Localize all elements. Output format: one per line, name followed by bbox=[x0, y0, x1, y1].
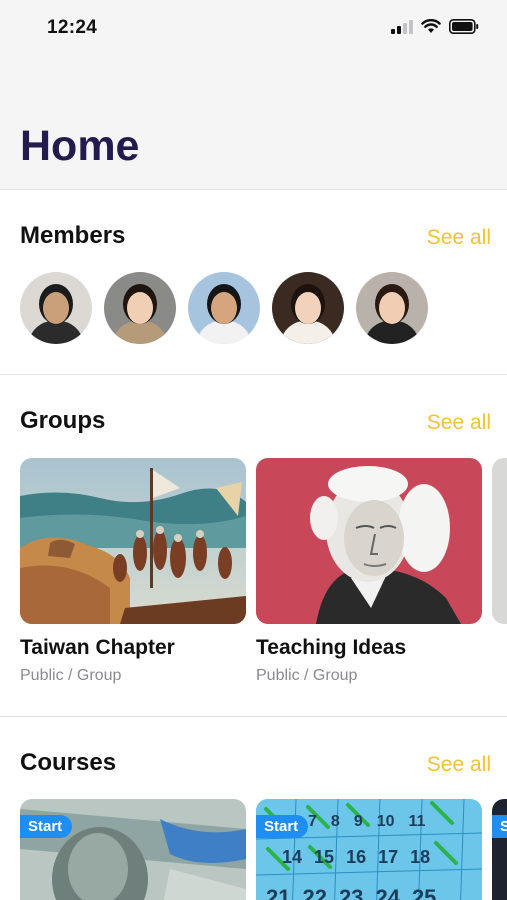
group-image-harbor-painting bbox=[20, 458, 246, 624]
courses-title: Courses bbox=[20, 749, 117, 776]
groups-see-all-link[interactable]: See all bbox=[427, 411, 491, 435]
course-image-partial: S bbox=[492, 799, 507, 900]
member-avatar[interactable] bbox=[356, 272, 428, 344]
calendar-day: 9 bbox=[353, 813, 363, 830]
course-image-calendar: 7 8 9 10 11 14 15 16 17 18 21 22 23 24 2… bbox=[256, 799, 482, 900]
courses-see-all-link[interactable]: See all bbox=[427, 753, 491, 777]
group-card-teaching-ideas[interactable]: Teaching Ideas Public / Group bbox=[256, 458, 482, 684]
page-title: Home bbox=[20, 122, 140, 170]
calendar-day: 24 bbox=[375, 885, 400, 900]
groups-title: Groups bbox=[20, 407, 106, 434]
calendar-row: 21 22 23 24 25 bbox=[266, 885, 436, 900]
group-meta: Public / Group bbox=[20, 667, 122, 684]
section-divider bbox=[0, 374, 507, 375]
members-see-all-link[interactable]: See all bbox=[427, 226, 491, 250]
members-title: Members bbox=[20, 222, 126, 249]
calendar-day: 25 bbox=[411, 885, 437, 900]
group-image-portrait-engraving bbox=[256, 458, 482, 624]
member-avatar[interactable] bbox=[188, 272, 260, 344]
course-card-partial[interactable]: S bbox=[492, 799, 507, 900]
calendar-day: 18 bbox=[410, 847, 431, 867]
members-avatar-list bbox=[20, 272, 428, 344]
course-card[interactable]: 7 8 9 10 11 14 15 16 17 18 21 22 23 24 2… bbox=[256, 799, 482, 900]
calendar-day: 17 bbox=[378, 847, 399, 867]
member-avatar[interactable] bbox=[104, 272, 176, 344]
status-bar: 12:24 bbox=[0, 0, 507, 60]
calendar-day: 23 bbox=[338, 885, 364, 900]
member-avatar[interactable] bbox=[20, 272, 92, 344]
calendar-day: 21 bbox=[266, 885, 291, 900]
course-start-badge: Start bbox=[20, 815, 73, 838]
calendar-day: 10 bbox=[376, 813, 395, 830]
status-icons bbox=[391, 19, 479, 34]
course-card[interactable]: Start bbox=[20, 799, 246, 900]
member-avatar[interactable] bbox=[272, 272, 344, 344]
battery-icon bbox=[449, 19, 479, 34]
section-divider bbox=[0, 716, 507, 717]
calendar-day: 11 bbox=[408, 813, 426, 830]
group-image-partial bbox=[492, 458, 507, 624]
calendar-day: 8 bbox=[330, 813, 340, 830]
course-start-badge: S bbox=[492, 815, 507, 838]
wifi-icon bbox=[421, 19, 441, 33]
status-time: 12:24 bbox=[47, 17, 98, 38]
course-start-badge: Start bbox=[256, 815, 309, 838]
calendar-day: 16 bbox=[346, 847, 367, 867]
group-meta: Public / Group bbox=[256, 667, 358, 684]
calendar-day: 7 bbox=[308, 813, 317, 830]
calendar-row: 7 8 9 10 11 bbox=[308, 813, 425, 831]
course-image-banknote: Start bbox=[20, 799, 246, 900]
calendar-day: 14 bbox=[282, 847, 303, 867]
calendar-day: 22 bbox=[302, 885, 327, 900]
cellular-signal-icon bbox=[391, 19, 413, 34]
group-card-taiwan-chapter[interactable]: Taiwan Chapter Public / Group bbox=[20, 458, 246, 684]
group-name: Teaching Ideas bbox=[256, 636, 407, 659]
group-card-partial[interactable]: S Pr bbox=[492, 458, 507, 624]
page-header: Home bbox=[0, 60, 507, 190]
calendar-day: 15 bbox=[314, 847, 335, 867]
group-name: Taiwan Chapter bbox=[20, 636, 175, 659]
calendar-row: 14 15 16 17 18 bbox=[282, 847, 430, 868]
